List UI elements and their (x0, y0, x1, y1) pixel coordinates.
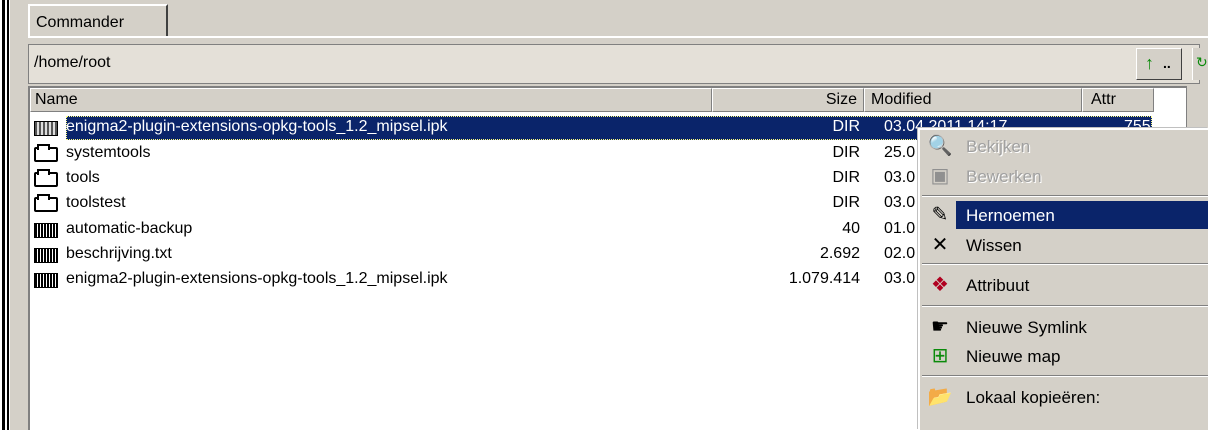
parent-dir-button[interactable]: ↑ .. (1136, 48, 1182, 80)
symlink-icon: ☛ (931, 316, 949, 338)
file-name: automatic-backup (66, 220, 193, 237)
path-bar (28, 44, 1200, 84)
file-size: DIR (832, 194, 860, 211)
column-header-attr[interactable]: Attr (1082, 88, 1154, 112)
current-path: /home/root (34, 54, 111, 71)
copy-local-icon: 📂 (927, 386, 953, 408)
refresh-button[interactable]: ↻ (1192, 48, 1208, 80)
menu-separator (922, 375, 1208, 377)
tab-commander[interactable]: Commander (28, 4, 168, 36)
column-header-modified[interactable]: Modified (864, 88, 1082, 112)
file-modified: 25.0 (884, 144, 916, 161)
file-name: beschrijving.txt (66, 245, 172, 262)
menu-item-label: Hernoemen (966, 206, 1055, 225)
folder-icon (34, 194, 58, 212)
column-header-name[interactable]: Name (30, 88, 712, 112)
file-modified: 01.0 (884, 220, 916, 237)
file-name: systemtools (66, 144, 151, 161)
rename-icon: ✎ (931, 204, 949, 226)
menu-separator (922, 195, 1208, 197)
file-size: 2.692 (819, 245, 860, 262)
attribute-icon: ❖ (931, 274, 949, 296)
column-header-size[interactable]: Size (712, 88, 864, 112)
file-modified: 03.0 (884, 270, 916, 287)
file-size: 40 (842, 220, 860, 237)
file-modified: 02.0 (884, 245, 916, 262)
file-size: DIR (832, 169, 860, 186)
menu-item-label: Bewerken (966, 167, 1042, 186)
tab-divider (28, 36, 1208, 38)
file-size: 1.079.414 (788, 270, 860, 287)
green-up-arrow-icon: ↑ (1145, 53, 1154, 73)
file-icon (34, 273, 58, 288)
file-name: tools (66, 169, 100, 186)
menu-item-label: Nieuwe map (966, 347, 1061, 366)
refresh-icon: ↻ (1196, 54, 1208, 70)
menu-item-edit[interactable]: ▣ Bewerken (920, 160, 1208, 192)
edit-icon: ▣ (930, 165, 950, 187)
menu-item-label: Lokaal kopieëren: (966, 388, 1101, 407)
folder-icon (34, 144, 58, 162)
delete-icon: ✕ (931, 234, 949, 256)
window-left-edge (0, 0, 10, 430)
file-name: enigma2-plugin-extensions-opkg-tools_1.2… (66, 270, 448, 287)
menu-separator (922, 305, 1208, 307)
file-icon (34, 223, 58, 238)
menu-item-label: Attribuut (966, 276, 1030, 295)
file-modified: 03.0 (884, 194, 916, 211)
folder-icon (34, 169, 58, 187)
view-icon: 🔍 (927, 135, 953, 157)
file-icon (34, 248, 58, 263)
menu-item-label: Bekijken (966, 137, 1031, 156)
menu-item-label: Nieuwe Symlink (966, 318, 1087, 337)
menu-item-label: Wissen (966, 236, 1022, 255)
file-size: DIR (832, 118, 860, 135)
menu-item-view[interactable]: 🔍 Bekijken (920, 130, 1208, 162)
menu-item-copy-local[interactable]: 📂 Lokaal kopieëren: (920, 381, 1208, 413)
menu-separator (922, 263, 1208, 265)
parent-dir-label: .. (1163, 55, 1171, 71)
file-name: toolstest (66, 194, 126, 211)
file-size: DIR (832, 144, 860, 161)
new-folder-icon: ⊞ (931, 345, 949, 367)
menu-item-attribute[interactable]: ❖ Attribuut (920, 269, 1208, 301)
file-name: enigma2-plugin-extensions-opkg-tools_1.2… (66, 118, 448, 135)
menu-item-delete[interactable]: ✕ Wissen (920, 229, 1208, 261)
tab-strip (170, 4, 1208, 34)
menu-item-new-symlink[interactable]: ☛ Nieuwe Symlink (920, 311, 1208, 343)
tab-commander-label: Commander (36, 14, 125, 31)
package-folder-icon (34, 121, 58, 136)
menu-item-new-folder[interactable]: ⊞ Nieuwe map (920, 340, 1208, 372)
menu-item-rename[interactable]: ✎ Hernoemen (920, 199, 1208, 231)
file-modified: 03.0 (884, 169, 916, 186)
